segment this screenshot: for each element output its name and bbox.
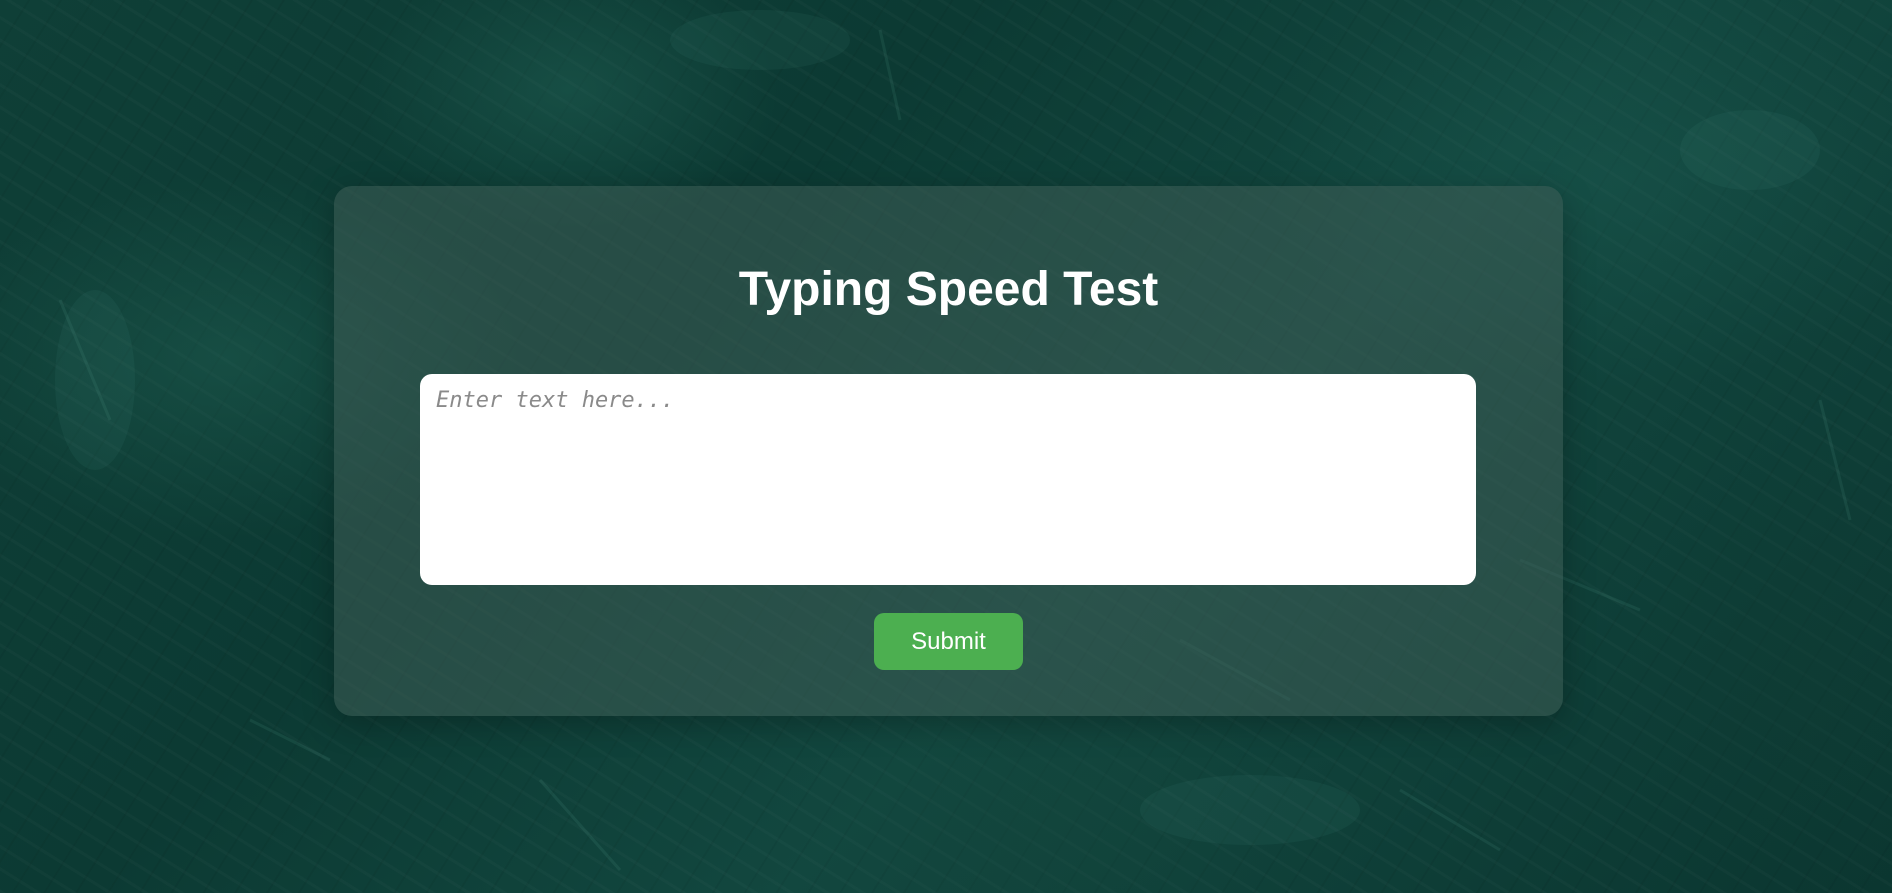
typing-text-input[interactable] — [420, 374, 1476, 585]
page-title: Typing Speed Test — [738, 263, 1159, 316]
typing-test-card: Typing Speed Test Submit — [334, 186, 1563, 716]
submit-button[interactable]: Submit — [874, 613, 1023, 670]
